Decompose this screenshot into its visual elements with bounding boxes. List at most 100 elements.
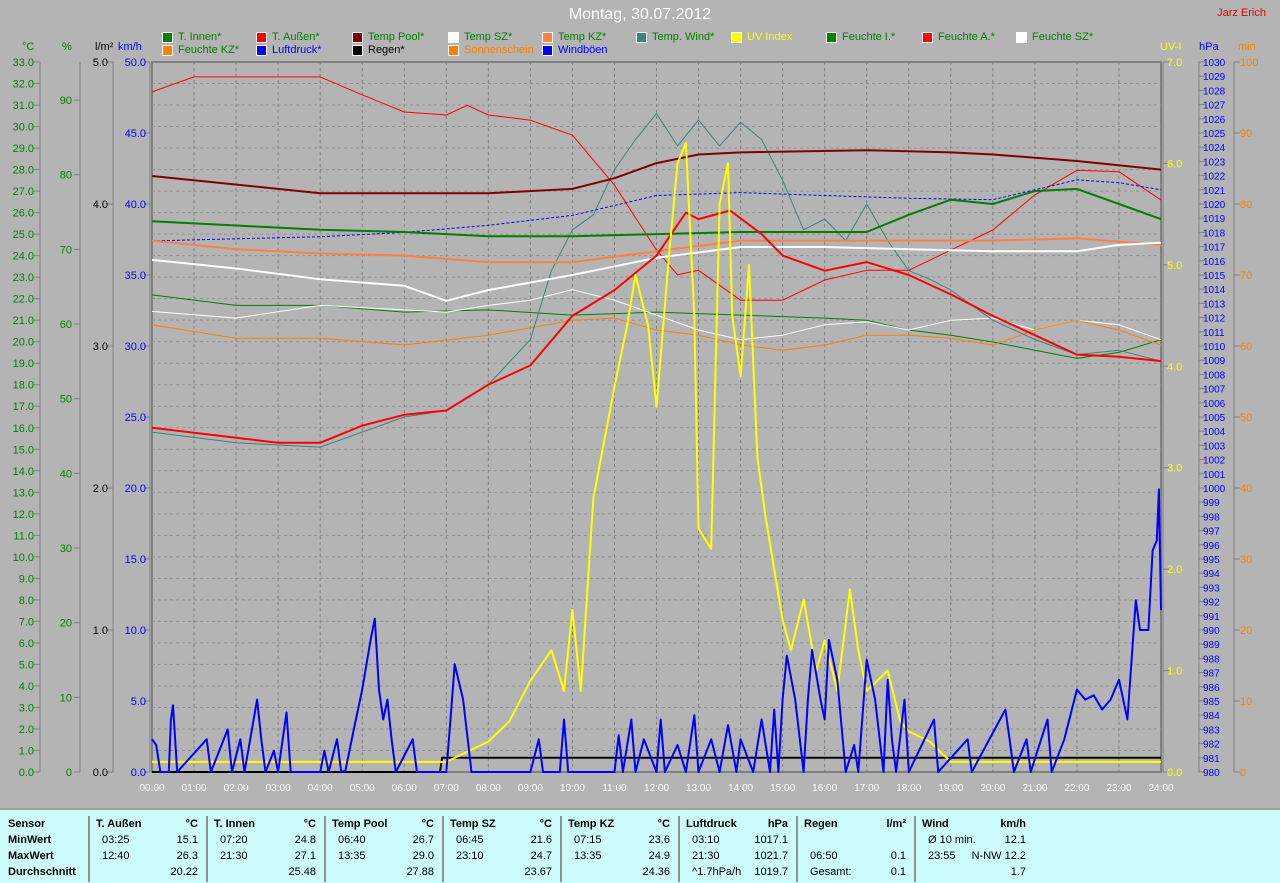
stats-value: 27.1 [294, 850, 316, 862]
axis-tick-label: 1013 [1203, 299, 1226, 310]
axis-tick-label: 1024 [1203, 143, 1226, 154]
stats-column-name: Temp SZ [450, 818, 496, 830]
stats-value: 0.1 [890, 850, 906, 862]
axis-tick-label: 50 [1240, 412, 1252, 424]
stats-value: 24.7 [530, 850, 552, 862]
stats-value: 21.6 [530, 834, 552, 846]
stats-column-name: Luftdruck [686, 818, 737, 830]
axis-tick-label: 26.0 [13, 208, 34, 220]
axis-tick-label: 1019 [1203, 214, 1226, 225]
axis-tick-label: 1003 [1203, 441, 1226, 452]
axis-tick-label: 997 [1203, 527, 1220, 538]
axis-tick-label: 3.0 [93, 341, 108, 353]
axis-tick-label: 7.0 [1167, 57, 1182, 69]
axis-tick-label: 1011 [1203, 328, 1225, 339]
stats-time: 23:55 [928, 850, 956, 862]
axis-tick-label: 1018 [1203, 228, 1226, 239]
stats-value: N-NW 12.2 [971, 850, 1026, 862]
stats-value: 15.1 [176, 834, 198, 846]
axis-tick-label: 0.0 [19, 767, 34, 779]
x-tick-label: 03:00 [266, 783, 291, 794]
axis-tick-label: 1026 [1203, 115, 1226, 126]
axis-tick-label: 45.0 [125, 128, 146, 140]
axis-tick-label: 24.0 [13, 251, 34, 263]
stats-time: 03:10 [692, 834, 720, 846]
axis-tick-label: 20.0 [13, 337, 34, 349]
axis-tick-label: 35.0 [125, 270, 146, 282]
stats-time [96, 864, 102, 880]
axis-unit-rain: l/m² [95, 41, 114, 53]
axis-tick-label: 16.0 [13, 423, 34, 435]
stats-column: Temp Pool °C 06:40 26.7 13:35 29.0 27.88 [324, 816, 442, 882]
stats-column-unit: °C [185, 818, 198, 830]
axis-tick-label: 7.0 [19, 616, 34, 628]
stats-time: 07:20 [220, 834, 248, 846]
stats-time: 07:15 [574, 834, 602, 846]
stats-value: 23.6 [648, 834, 670, 846]
stats-time: ^1.7hPa/h [692, 866, 742, 878]
stats-time: 23:10 [456, 850, 484, 862]
axis-tick-label: 0.0 [93, 767, 108, 779]
stats-column: Temp SZ °C 06:45 21.6 23:10 24.7 23.67 [442, 816, 560, 882]
axis-unit-hum: % [62, 41, 72, 53]
axis-tick-label: 1005 [1203, 413, 1226, 424]
axis-tick-label: 0 [1240, 767, 1246, 779]
axis-tick-label: 80 [60, 170, 72, 182]
x-tick-label: 10:00 [560, 783, 585, 794]
x-tick-label: 22:00 [1064, 783, 1089, 794]
axis-tick-label: 20 [60, 618, 72, 630]
x-tick-label: 07:00 [434, 783, 459, 794]
axis-tick-label: 4.0 [93, 199, 108, 211]
axis-tick-label: 50.0 [125, 57, 146, 69]
stats-row-label: Durchschnitt [8, 866, 76, 878]
axis-tick-label: 1027 [1203, 101, 1226, 112]
stats-time [450, 864, 456, 880]
stats-value: 1021.7 [754, 850, 788, 862]
axis-tick-label: 1015 [1203, 271, 1226, 282]
stats-value: 24.9 [648, 850, 670, 862]
stats-time: Ø 10 min. [928, 834, 976, 846]
stats-column-name: Temp KZ [568, 818, 615, 830]
stats-value: 26.3 [176, 850, 198, 862]
axis-tick-label: 989 [1203, 640, 1220, 651]
axis-tick-label: 1020 [1203, 200, 1226, 211]
axis-tick-label: 30 [60, 543, 72, 555]
axis-tick-label: 12.0 [13, 509, 34, 521]
stats-column: Regen l/m² 06:50 0.1 Gesamt: 0.1 [796, 816, 914, 882]
axis-tick-label: 1022 [1203, 172, 1226, 183]
stats-row-label: MinWert [8, 834, 52, 846]
axis-tick-label: 23.0 [13, 272, 34, 284]
x-tick-label: 24:00 [1148, 783, 1173, 794]
stats-time: 06:40 [338, 834, 366, 846]
stats-column-name: Regen [804, 818, 838, 830]
axis-tick-label: 21.0 [13, 315, 34, 327]
axis-tick-label: 2.0 [1167, 564, 1182, 576]
axis-tick-label: 20 [1240, 625, 1252, 637]
x-tick-label: 16:00 [812, 783, 837, 794]
axis-tick-label: 33.0 [13, 57, 34, 69]
axis-tick-label: 5.0 [1167, 260, 1182, 272]
axis-tick-label: 15.0 [125, 554, 146, 566]
stats-time: 21:30 [692, 850, 720, 862]
x-tick-label: 00:00 [139, 783, 164, 794]
axis-tick-label: 1.0 [19, 745, 34, 757]
axis-tick-label: 32.0 [13, 79, 34, 91]
axis-tick-label: 991 [1203, 612, 1220, 623]
stats-row-label: MaxWert [8, 850, 54, 862]
x-tick-label: 15:00 [770, 783, 795, 794]
stats-header: Sensor [8, 818, 46, 830]
stats-column: Temp KZ °C 07:15 23.6 13:35 24.9 24.36 [560, 816, 678, 882]
axis-tick-label: 19.0 [13, 358, 34, 370]
axis-tick-label: 1006 [1203, 399, 1226, 410]
axis-tick-label: 1002 [1203, 456, 1226, 467]
stats-time: Gesamt: [810, 866, 852, 878]
x-tick-label: 13:00 [686, 783, 711, 794]
axis-tick-label: 1016 [1203, 257, 1226, 268]
x-tick-label: 01:00 [182, 783, 207, 794]
stats-value: 27.88 [406, 866, 434, 878]
axis-tick-label: 1.0 [93, 625, 108, 637]
stats-value: 1019.7 [754, 866, 788, 878]
axis-tick-label: 983 [1203, 725, 1220, 736]
stats-value: 0.1 [890, 866, 906, 878]
axis-tick-label: 40.0 [125, 199, 146, 211]
